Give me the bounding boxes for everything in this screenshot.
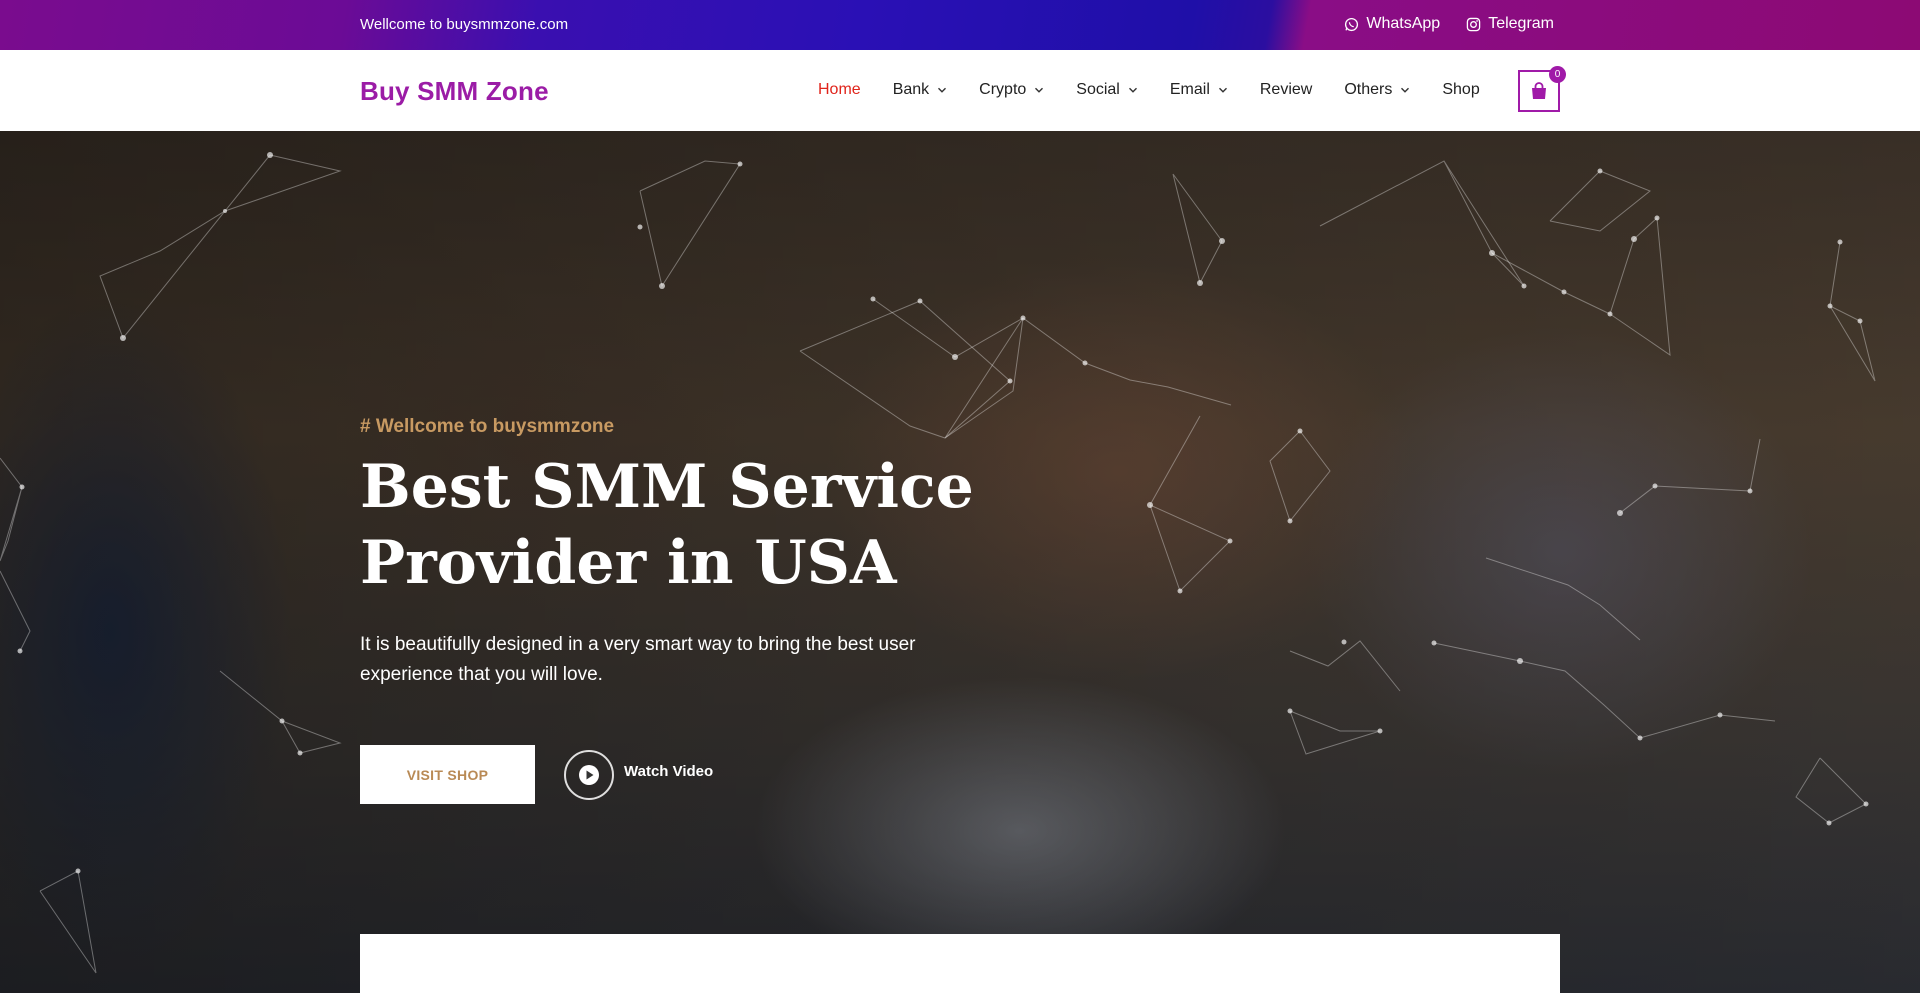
nav-item-label: Social [1076, 81, 1120, 98]
nav-item-label: Bank [892, 81, 930, 98]
nav-item-label: Shop [1442, 81, 1480, 98]
hero-description: It is beautifully designed in a very sma… [360, 634, 916, 685]
cart-button[interactable]: 0 [1518, 66, 1566, 112]
chevron-down-icon [1218, 87, 1227, 93]
chevron-down-icon [1035, 87, 1044, 93]
watch-video-label: Watch Video [624, 762, 714, 780]
nav-item-crypto[interactable]: Crypto [979, 81, 1044, 99]
hero-section: # Wellcome to buysmmzone Best SMM Servic… [0, 131, 1920, 993]
nav-item-social[interactable]: Social [1076, 81, 1138, 99]
nav-item-bank[interactable]: Bank [893, 81, 947, 99]
nav-item-label: Email [1169, 81, 1210, 98]
whatsapp-icon [1345, 17, 1359, 31]
nav-item-label: Review [1259, 81, 1313, 98]
chevron-down-icon [938, 87, 947, 93]
nav-item-shop[interactable]: Shop [1442, 81, 1479, 99]
top-bar: Wellcome to buysmmzone.com WhatsApp Tele… [0, 0, 1920, 50]
nav-item-home[interactable]: Home [818, 81, 861, 99]
cart-count-badge: 0 [1549, 66, 1566, 83]
telegram-icon [1466, 17, 1481, 31]
nav-item-others[interactable]: Others [1344, 81, 1410, 99]
play-button-circle[interactable] [564, 750, 614, 800]
welcome-text: Wellcome to buysmmzone.com [360, 16, 569, 33]
nav-item-review[interactable]: Review [1260, 81, 1312, 99]
whatsapp-link[interactable]: WhatsApp [1344, 15, 1440, 33]
top-bar-links: WhatsApp Telegram [1344, 15, 1554, 33]
chevron-down-icon [1401, 87, 1410, 93]
nav-item-label: Crypto [979, 81, 1027, 98]
main-nav: Home Bank Crypto Social Email Review Oth… [818, 81, 1480, 99]
hero-title: Best SMM Service Provider in USA [360, 452, 974, 598]
play-icon [579, 765, 599, 785]
chevron-down-icon [1128, 87, 1137, 93]
nav-item-label: Home [818, 81, 861, 98]
watch-video-button[interactable]: Watch Video [564, 750, 713, 800]
content-card-top [360, 934, 1560, 993]
visit-shop-button[interactable]: VISIT SHOP [360, 745, 535, 804]
telegram-label: Telegram [1488, 15, 1554, 32]
telegram-link[interactable]: Telegram [1466, 15, 1554, 33]
nav-item-label: Others [1344, 81, 1393, 98]
whatsapp-label: WhatsApp [1366, 15, 1441, 32]
shopping-bag-icon [1532, 82, 1546, 99]
nav-item-email[interactable]: Email [1170, 81, 1228, 99]
hero-tagline: # Wellcome to buysmmzone [360, 416, 615, 437]
site-logo[interactable]: Buy SMM Zone [360, 76, 549, 107]
site-header: Buy SMM Zone Home Bank Crypto Social Ema… [0, 50, 1920, 131]
